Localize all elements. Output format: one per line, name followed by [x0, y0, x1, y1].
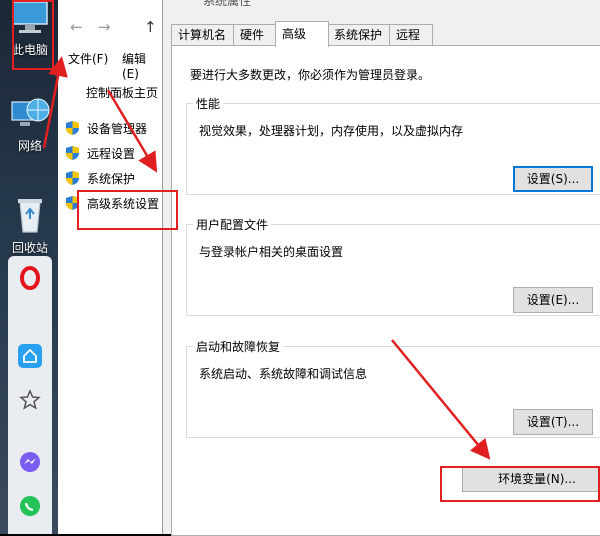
annotation-arrows — [42, 56, 491, 460]
tab-advanced[interactable]: 高级 — [275, 21, 329, 47]
arrow-desktop-to-explorer — [42, 56, 68, 149]
arrow-dialog-to-env-button — [391, 339, 491, 460]
arrow-menu-to-advanced — [106, 89, 158, 173]
